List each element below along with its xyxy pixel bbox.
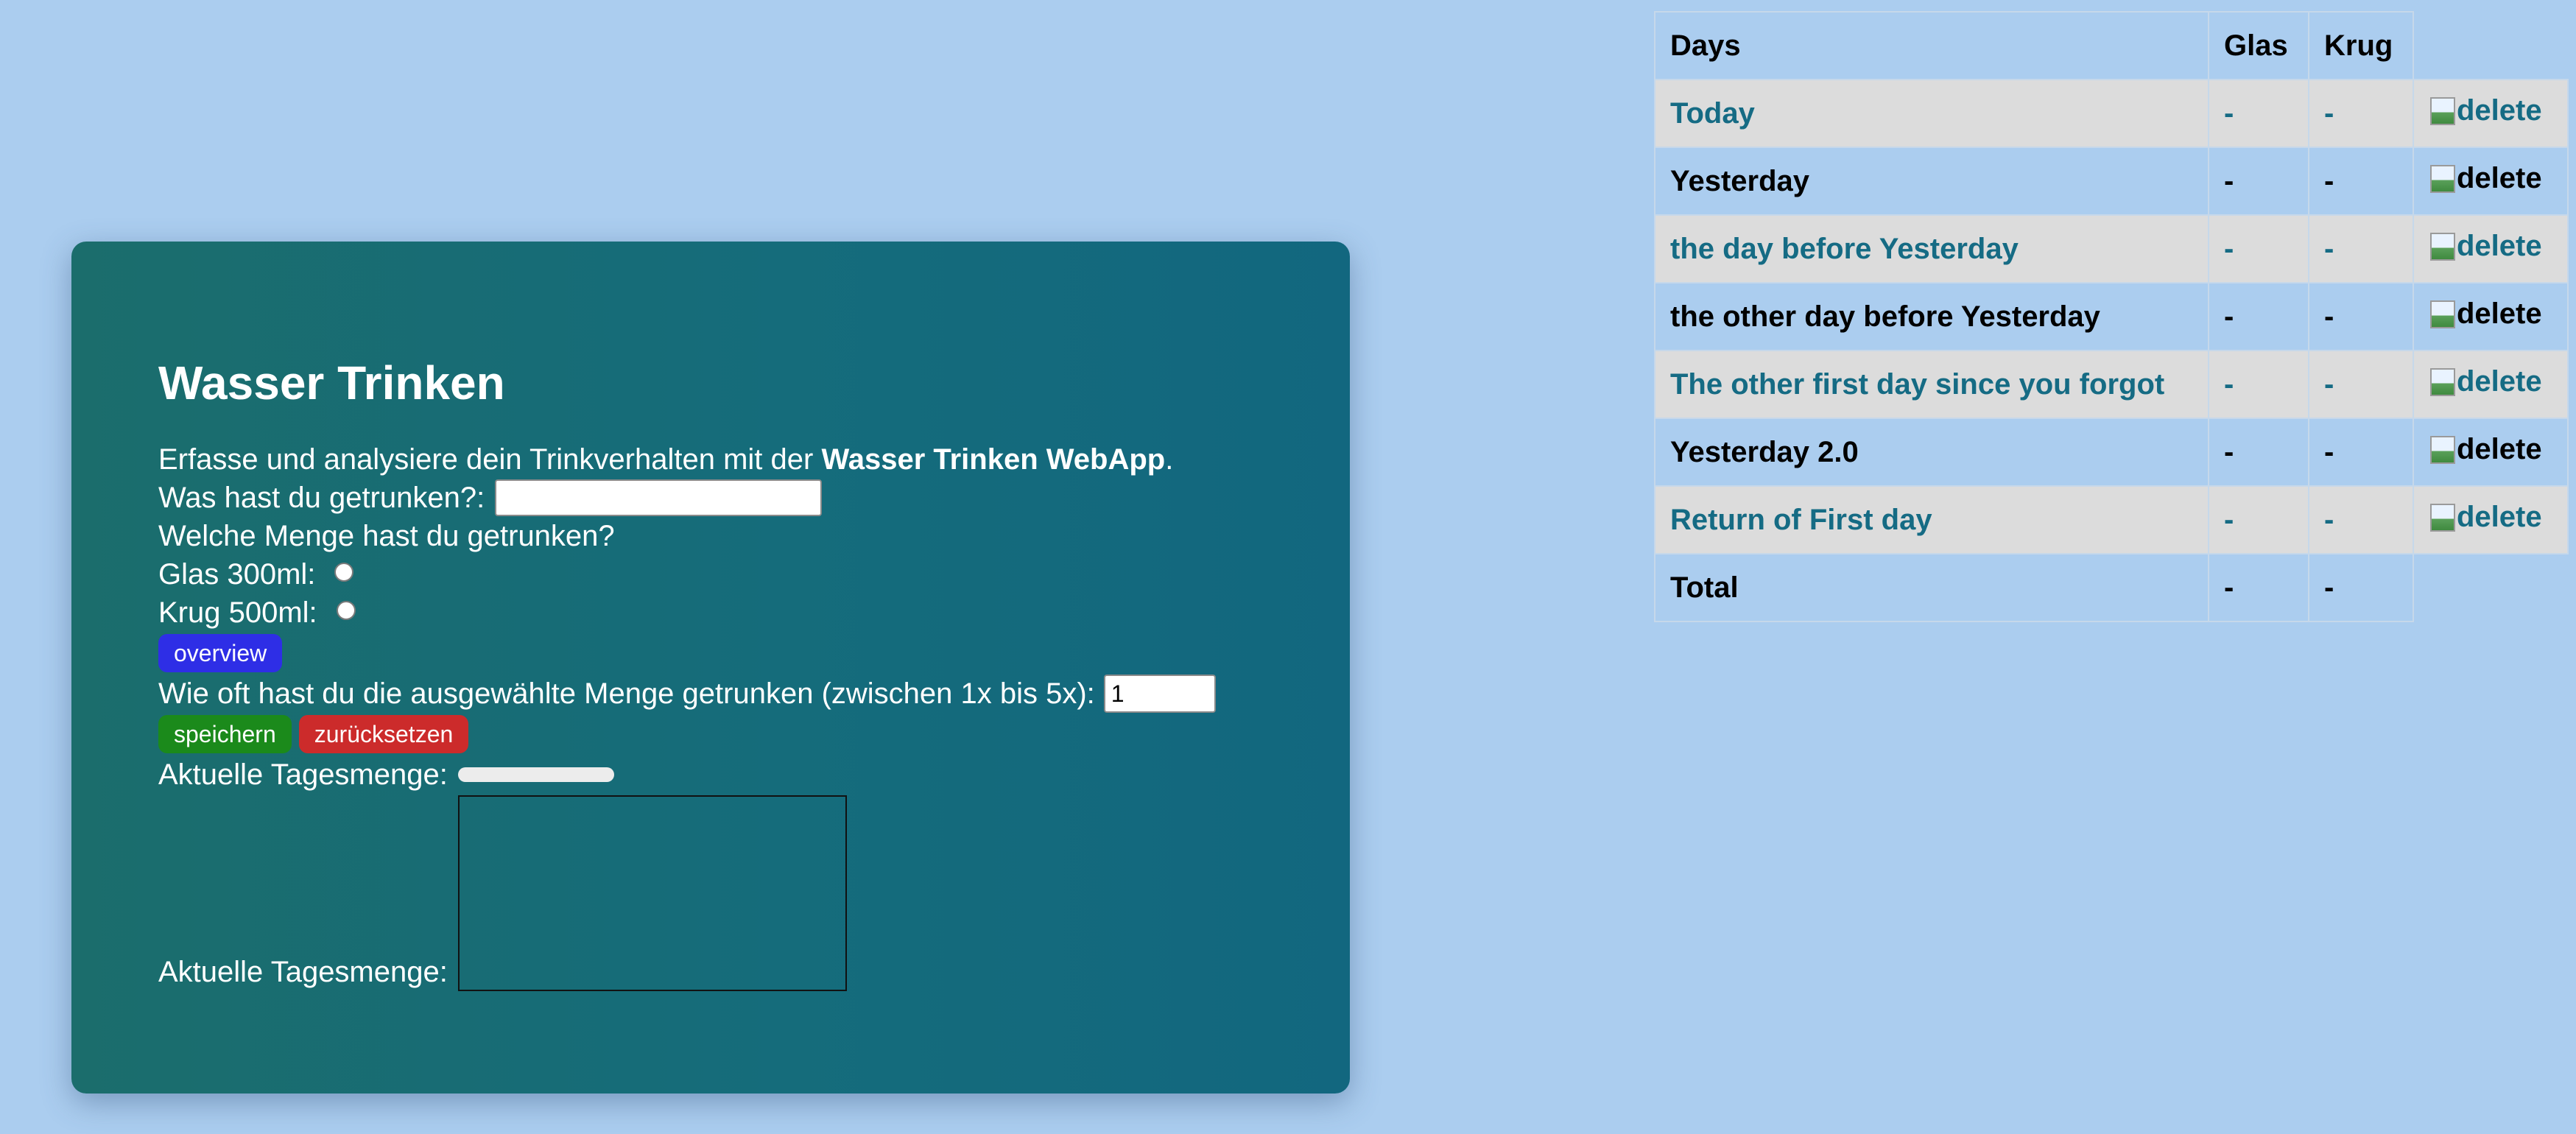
total-krug: - (2308, 553, 2414, 622)
delete-label: delete (2457, 297, 2542, 331)
table-row: Today - - delete (1654, 79, 2569, 148)
chart-row: Aktuelle Tagesmenge: (158, 795, 1306, 991)
broken-image-icon (2430, 164, 2455, 193)
delete-cell: delete (2413, 282, 2569, 351)
header-krug: Krug (2308, 11, 2414, 80)
delete-label: delete (2457, 94, 2542, 127)
delete-button[interactable]: delete (2430, 230, 2542, 263)
glas-radio[interactable] (334, 563, 354, 582)
save-button[interactable]: speichern (158, 715, 292, 753)
day-name[interactable]: Yesterday 2.0 (1654, 418, 2209, 487)
header-days: Days (1654, 11, 2209, 80)
delete-label: delete (2457, 230, 2542, 263)
broken-image-icon (2430, 232, 2455, 261)
krug-value: - (2308, 79, 2414, 148)
drink-input[interactable] (495, 479, 823, 516)
total-label: Total (1654, 553, 2209, 622)
daily-amount-canvas (457, 795, 847, 991)
table-row: Yesterday - - delete (1654, 147, 2569, 216)
table-row: Yesterday 2.0 - - delete (1654, 418, 2569, 487)
glas-value: - (2208, 79, 2309, 148)
delete-label: delete (2457, 501, 2542, 534)
reset-button[interactable]: zurücksetzen (298, 715, 469, 753)
delete-cell: delete (2413, 418, 2569, 487)
option-glas: Glas 300ml: (158, 555, 1306, 594)
times-row: Wie oft hast du die ausgewählte Menge ge… (158, 675, 1306, 713)
table-row: Return of First day - - delete (1654, 485, 2569, 554)
total-glas: - (2208, 553, 2309, 622)
delete-cell: delete (2413, 214, 2569, 284)
glas-value: - (2208, 282, 2309, 351)
progress-row: Aktuelle Tagesmenge: (158, 756, 1306, 794)
day-name[interactable]: the day before Yesterday (1654, 214, 2209, 284)
day-name[interactable]: Yesterday (1654, 147, 2209, 216)
glas-value: - (2208, 214, 2309, 284)
table-header-row: Days Glas Krug (1654, 11, 2568, 80)
day-name[interactable]: the other day before Yesterday (1654, 282, 2209, 351)
krug-value: - (2308, 147, 2414, 216)
progress-label: Aktuelle Tagesmenge: (158, 758, 448, 791)
option-krug-label: Krug 500ml: (158, 596, 317, 629)
total-row: Total - - (1654, 553, 2568, 622)
drink-label: Was hast du getrunken?: (158, 482, 485, 514)
card-content: Wasser Trinken Erfasse und analysiere de… (158, 359, 1306, 991)
intro-text: Erfasse und analysiere dein Trinkverhalt… (158, 440, 1306, 479)
amount-question: Welche Menge hast du getrunken? (158, 520, 615, 552)
header-delete (2413, 12, 2568, 80)
chart-label: Aktuelle Tagesmenge: (158, 956, 448, 988)
table-row: the day before Yesterday - - delete (1654, 214, 2569, 284)
times-label: Wie oft hast du die ausgewählte Menge ge… (158, 677, 1095, 710)
delete-button[interactable]: delete (2430, 433, 2542, 466)
day-name[interactable]: Today (1654, 79, 2209, 148)
days-table: Days Glas Krug Today - - delete Yesterda… (1654, 11, 2569, 622)
delete-label: delete (2457, 162, 2542, 195)
times-input[interactable] (1103, 675, 1216, 713)
total-empty-cell (2413, 554, 2568, 621)
krug-value: - (2308, 282, 2414, 351)
option-glas-label: Glas 300ml: (158, 558, 316, 591)
intro-prefix: Erfasse und analysiere dein Trinkverhalt… (158, 443, 822, 476)
water-tracker-card: Wasser Trinken Erfasse und analysiere de… (71, 242, 1350, 1094)
delete-cell: delete (2413, 147, 2569, 216)
intro-app-name: Wasser Trinken WebApp (821, 443, 1166, 476)
delete-cell: delete (2413, 485, 2569, 554)
glas-value: - (2208, 147, 2309, 216)
delete-label: delete (2457, 433, 2542, 466)
option-krug: Krug 500ml: (158, 594, 1306, 632)
glas-value: - (2208, 418, 2309, 487)
delete-button[interactable]: delete (2430, 365, 2542, 398)
delete-label: delete (2457, 365, 2542, 398)
delete-cell: delete (2413, 79, 2569, 148)
delete-button[interactable]: delete (2430, 94, 2542, 127)
table-row: The other first day since you forgot - -… (1654, 350, 2569, 419)
glas-value: - (2208, 485, 2309, 554)
krug-radio[interactable] (336, 601, 356, 620)
overview-row: overview (158, 633, 1306, 674)
table-row: the other day before Yesterday - - delet… (1654, 282, 2569, 351)
broken-image-icon (2430, 96, 2455, 125)
krug-value: - (2308, 350, 2414, 419)
delete-button[interactable]: delete (2430, 162, 2542, 195)
glas-value: - (2208, 350, 2309, 419)
krug-value: - (2308, 214, 2414, 284)
krug-value: - (2308, 485, 2414, 554)
delete-button[interactable]: delete (2430, 501, 2542, 534)
overview-button[interactable]: overview (158, 634, 283, 672)
day-name[interactable]: The other first day since you forgot (1654, 350, 2209, 419)
broken-image-icon (2430, 503, 2455, 532)
broken-image-icon (2430, 435, 2455, 464)
delete-button[interactable]: delete (2430, 297, 2542, 331)
krug-value: - (2308, 418, 2414, 487)
header-glas: Glas (2208, 11, 2309, 80)
broken-image-icon (2430, 367, 2455, 396)
action-buttons: speichern zurücksetzen (158, 714, 1306, 755)
intro-suffix: . (1165, 443, 1174, 476)
app-title: Wasser Trinken (158, 356, 505, 409)
drink-row: Was hast du getrunken?: (158, 479, 1306, 517)
broken-image-icon (2430, 300, 2455, 328)
delete-cell: delete (2413, 350, 2569, 419)
day-name[interactable]: Return of First day (1654, 485, 2209, 554)
daily-amount-progress (457, 767, 614, 782)
